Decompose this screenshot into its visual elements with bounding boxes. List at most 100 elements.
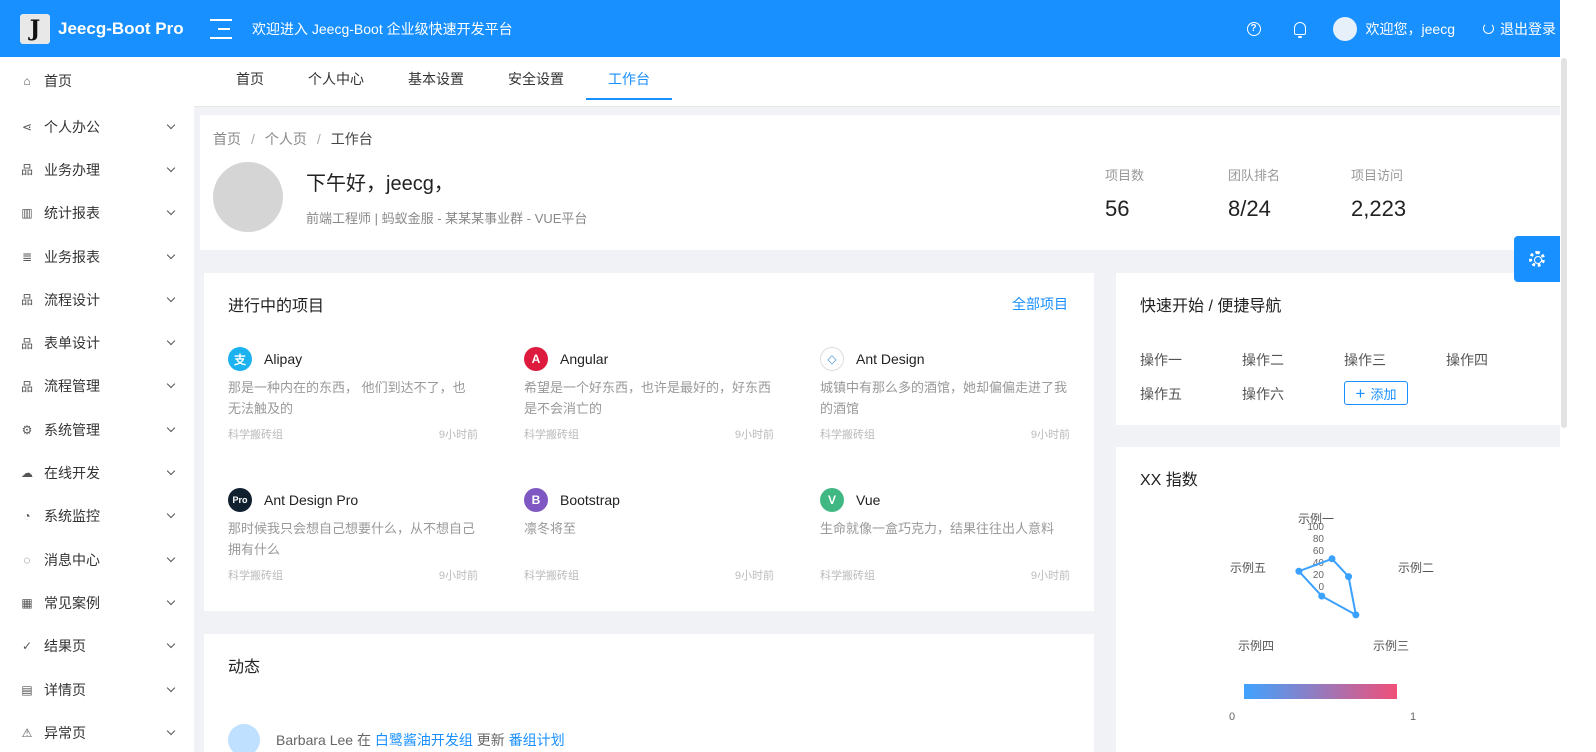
cluster-icon: 品 <box>20 293 33 308</box>
project-time: 9小时前 <box>1030 570 1070 582</box>
legend-gradient-bar <box>1244 684 1397 699</box>
project-group[interactable]: 科学搬砖组 <box>228 426 283 442</box>
project-item[interactable]: V Vue 生命就像一盒巧克力，结果往往出人意料 科学搬砖组 9小时前 <box>820 488 1070 583</box>
project-item[interactable]: ◇ Ant Design 城镇中有那么多的酒馆，她却偏偏走进了我的酒馆 科学搬砖组 9小… <box>820 347 1070 442</box>
sidebar-item-7[interactable]: 品流程管理 <box>0 365 194 408</box>
help-button[interactable]: ? <box>1231 0 1277 57</box>
radar-chart: 020406080100示例一示例二示例三示例四示例五 0 1 <box>1229 512 1434 723</box>
chevron-down-icon <box>166 206 176 216</box>
radar-tick-label: 0 <box>1318 582 1324 593</box>
radar-point[interactable] <box>1352 611 1360 619</box>
project-name[interactable]: Alipay <box>264 351 302 367</box>
tab-4[interactable]: 工作台 <box>586 57 672 107</box>
project-group[interactable]: 科学搬砖组 <box>228 567 283 583</box>
chevron-down-icon <box>166 553 176 562</box>
quick-nav-item[interactable]: 操作一 <box>1140 350 1182 370</box>
projects-card: 进行中的项目 全部项目 支 Alipay 那是一种内在的东西， 他们到达不了，也无法… <box>204 273 1094 611</box>
activity-group-link[interactable]: 白鹭酱油开发组 <box>375 730 473 750</box>
project-name[interactable]: Ant Design Pro <box>264 492 358 508</box>
chevron-down-icon <box>166 726 176 736</box>
activity-target-link[interactable]: 番组计划 <box>509 730 565 750</box>
activity-verb: 在 <box>356 732 371 748</box>
project-time: 9小时前 <box>438 429 478 441</box>
sidebar-item-0[interactable]: ⌂ 首页 <box>0 57 194 105</box>
check-circle-icon: ✓ <box>21 639 33 654</box>
tab-0[interactable]: 首页 <box>214 57 286 107</box>
menu-fold-icon[interactable] <box>210 18 232 39</box>
quick-nav-item[interactable]: 操作五 <box>1140 384 1182 404</box>
question-circle-icon: ? <box>1246 21 1261 36</box>
sidebar-item-15[interactable]: ⚠ 异常页 <box>0 711 194 752</box>
settings-drawer-button[interactable] <box>1514 236 1560 282</box>
quick-nav-item[interactable]: 操作四 <box>1446 350 1488 370</box>
sidebar-item-10[interactable]: ◔ 系统监控 <box>0 495 194 538</box>
sidebar-item-14[interactable]: ▤ 详情页 <box>0 668 194 711</box>
all-projects-link[interactable]: 全部项目 <box>1012 294 1068 314</box>
add-shortcut-button[interactable]: + 添加 <box>1344 381 1408 405</box>
project-desc: 那时候我只会想自己想要什么，从不想自己拥有什么 <box>228 521 476 557</box>
stat-label: 团队排名 <box>1228 168 1281 183</box>
project-item[interactable]: 支 Alipay 那是一种内在的东西， 他们到达不了，也无法触及的 科学搬砖组 9小时前 <box>228 347 478 442</box>
bell-icon <box>1293 22 1306 38</box>
tab-3[interactable]: 安全设置 <box>486 57 586 107</box>
project-group[interactable]: 科学搬砖组 <box>524 426 579 442</box>
project-name[interactable]: Vue <box>856 492 880 508</box>
sidebar-item-label: 流程设计 <box>44 291 100 308</box>
radar-point[interactable] <box>1345 573 1353 581</box>
breadcrumb-personal[interactable]: 个人页 <box>265 131 307 147</box>
legend-min: 0 <box>1229 711 1235 723</box>
scrollbar-thumb[interactable] <box>1561 58 1567 428</box>
chevron-down-icon <box>166 250 176 259</box>
quick-nav-item[interactable]: 操作三 <box>1344 350 1386 370</box>
logout-icon <box>1483 23 1494 34</box>
project-name[interactable]: Bootstrap <box>560 492 620 508</box>
message-icon: ◌ <box>23 552 31 567</box>
breadcrumb-home[interactable]: 首页 <box>213 131 241 147</box>
chevron-down-icon <box>166 596 176 606</box>
sidebar-item-5[interactable]: 品流程设计 <box>0 278 194 321</box>
logo[interactable]: J Jeecg-Boot Pro <box>0 0 194 57</box>
sidebar-item-label: 业务办理 <box>44 161 100 178</box>
project-item[interactable]: B Bootstrap 凛冬将至 科学搬砖组 9小时前 <box>524 488 774 583</box>
logout-button[interactable]: 退出登录 <box>1483 19 1556 39</box>
project-time: 9小时前 <box>734 570 774 582</box>
sidebar-item-4[interactable]: ≣ 业务报表 <box>0 235 194 278</box>
quick-nav-item[interactable]: 操作六 <box>1242 384 1284 404</box>
chevron-down-icon <box>166 423 176 432</box>
notification-button[interactable] <box>1277 0 1323 57</box>
project-name[interactable]: Angular <box>560 351 608 367</box>
project-item[interactable]: Pro Ant Design Pro 那时候我只会想自己想要什么，从不想自己拥有什么… <box>228 488 478 583</box>
scrollbar[interactable] <box>1560 0 1596 752</box>
bootstrap-icon: B <box>524 488 548 512</box>
project-group[interactable]: 科学搬砖组 <box>820 426 875 442</box>
sidebar-item-9[interactable]: ☁ 在线开发 <box>0 451 194 494</box>
project-name[interactable]: Ant Design <box>856 351 924 367</box>
sidebar-item-11[interactable]: ◌ 消息中心 <box>0 538 194 581</box>
user-menu[interactable]: 欢迎您，jeecg <box>1332 16 1455 41</box>
tab-1[interactable]: 个人中心 <box>286 57 386 107</box>
quick-nav-item[interactable]: 操作二 <box>1242 350 1284 370</box>
radar-tick-label: 20 <box>1313 570 1325 581</box>
radar-point[interactable] <box>1295 567 1303 575</box>
radar-tick-label: 60 <box>1313 546 1325 557</box>
sidebar-item-8[interactable]: ⚙ 系统管理 <box>0 408 194 451</box>
sidebar-item-3[interactable]: ▥ 统计报表 <box>0 192 194 235</box>
sidebar-item-12[interactable]: ▦ 常见案例 <box>0 581 194 624</box>
tab-2[interactable]: 基本设置 <box>386 57 486 107</box>
radar-point[interactable] <box>1328 555 1336 563</box>
cluster-icon: 品 <box>20 163 33 178</box>
project-group[interactable]: 科学搬砖组 <box>820 567 875 583</box>
breadcrumb: 首页 / 个人页 / 工作台 <box>213 131 373 147</box>
sidebar-item-label: 常见案例 <box>44 594 100 611</box>
share-icon: ⋖ <box>21 119 33 134</box>
sidebar-item-2[interactable]: 品业务办理 <box>0 148 194 191</box>
sidebar-item-1[interactable]: ⋖ 个人办公 <box>0 105 194 148</box>
radar-card: XX 指数 0 20 40 60 80 100 示例一 示例二 示例三 示例四 示例五 0 1 <box>1116 447 1560 752</box>
sidebar-item-6[interactable]: 品表单设计 <box>0 321 194 364</box>
breadcrumb-current: 工作台 <box>330 131 373 147</box>
sidebar-item-13[interactable]: ✓ 结果页 <box>0 625 194 668</box>
radar-point[interactable] <box>1318 592 1326 600</box>
project-group[interactable]: 科学搬砖组 <box>524 567 579 583</box>
project-item[interactable]: A Angular 希望是一个好东西，也许是最好的，好东西是不会消亡的 科学搬砖组 9小… <box>524 347 774 442</box>
chevron-down-icon <box>166 293 176 303</box>
